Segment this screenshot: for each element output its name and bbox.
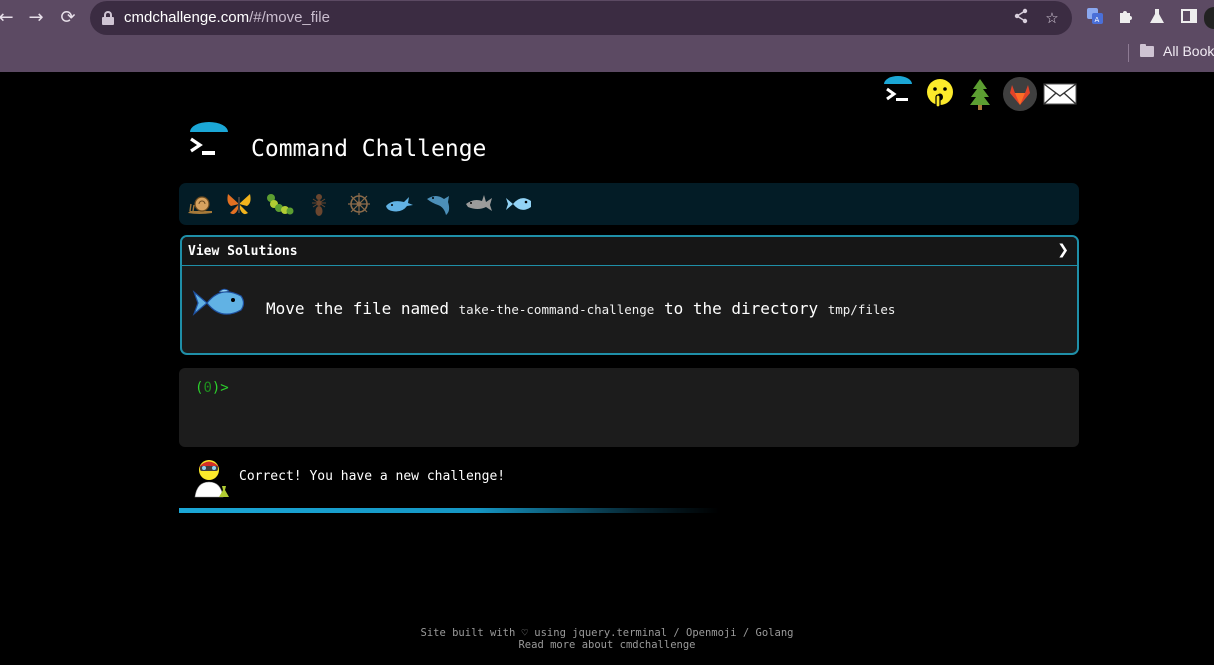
tree-icon[interactable]: [962, 76, 998, 112]
ant-icon[interactable]: [304, 189, 334, 219]
level-bar: [179, 183, 1079, 225]
lock-icon[interactable]: [102, 11, 114, 25]
ship-wheel-icon[interactable]: [344, 189, 374, 219]
forward-icon[interactable]: →: [24, 6, 48, 30]
sidepanel-icon[interactable]: [1178, 7, 1200, 29]
footer: Site built with ♡ using jquery.terminal …: [0, 627, 1214, 651]
status-text: Correct! You have a new challenge!: [239, 469, 506, 484]
translate-icon[interactable]: A: [1084, 7, 1106, 29]
terminal-prompt[interactable]: (0)>: [195, 380, 229, 396]
shark-icon[interactable]: [464, 189, 494, 219]
dolphin-icon[interactable]: [424, 189, 454, 219]
footer-credits[interactable]: Site built with ♡ using jquery.terminal …: [0, 627, 1214, 639]
logo-icon: [186, 122, 232, 166]
reload-icon[interactable]: ⟳: [56, 6, 80, 30]
back-icon[interactable]: ←: [0, 6, 18, 30]
chevron-right-icon[interactable]: ❯: [1057, 242, 1069, 258]
directory-name: tmp/files: [827, 302, 896, 317]
bookmarks-all-label[interactable]: All Book: [1163, 43, 1214, 59]
fish-icon: [191, 282, 247, 324]
extensions-icon[interactable]: [1115, 7, 1137, 29]
browser-chrome: ← → ⟳ cmdchallenge.com/#/move_file ☆ A A…: [0, 0, 1214, 72]
svg-text:A: A: [1095, 16, 1100, 24]
url-text[interactable]: cmdchallenge.com/#/move_file: [124, 9, 330, 26]
progress-fill: [179, 508, 719, 513]
whale-icon[interactable]: [384, 189, 414, 219]
page: Command Challenge View Solutions ❯ Move …: [0, 72, 1214, 665]
star-icon[interactable]: ☆: [1042, 8, 1062, 28]
folder-icon[interactable]: [1140, 44, 1154, 57]
butterfly-icon[interactable]: [224, 189, 254, 219]
gitlab-icon[interactable]: [1002, 76, 1038, 112]
prompt-counter: 0: [203, 380, 212, 396]
view-solutions-label[interactable]: View Solutions: [188, 244, 298, 259]
challenge-card: View Solutions ❯ Move the file named tak…: [180, 235, 1079, 355]
caterpillar-icon[interactable]: [264, 189, 294, 219]
shushing-face-icon[interactable]: [922, 76, 958, 112]
profile-avatar[interactable]: [1204, 7, 1214, 29]
footer-read-more[interactable]: Read more about cmdchallenge: [0, 639, 1214, 651]
fish-icon[interactable]: [504, 189, 534, 219]
share-icon[interactable]: [1011, 8, 1031, 28]
view-solutions-header[interactable]: View Solutions ❯: [182, 237, 1077, 266]
labs-icon[interactable]: [1146, 7, 1168, 29]
page-title: Command Challenge: [251, 136, 487, 162]
envelope-icon[interactable]: [1042, 76, 1078, 112]
file-name: take-the-command-challenge: [458, 302, 655, 317]
challenge-description: Move the file named take-the-command-cha…: [266, 299, 896, 318]
scientist-icon: [192, 456, 232, 498]
terminal-logo-icon[interactable]: [880, 76, 916, 112]
address-bar[interactable]: cmdchallenge.com/#/move_file ☆: [90, 1, 1072, 35]
terminal[interactable]: (0)>: [179, 368, 1079, 447]
progress-bar: [179, 508, 1079, 513]
snail-icon[interactable]: [185, 189, 215, 219]
